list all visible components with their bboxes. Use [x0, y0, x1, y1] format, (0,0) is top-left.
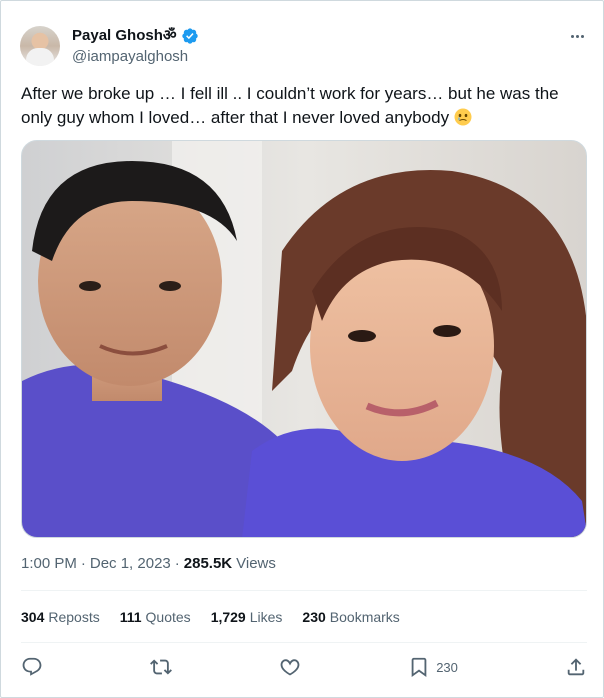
repost-icon [150, 659, 172, 675]
tweet-meta: 1:00 PM · Dec 1, 2023 · 285.5K Views [21, 554, 276, 574]
more-options-icon[interactable] [566, 26, 588, 46]
tweet-date[interactable]: Dec 1, 2023 [90, 554, 171, 574]
verified-badge-icon [181, 28, 198, 44]
likes-stat[interactable]: 1,729 Likes [211, 607, 283, 627]
bookmark-icon [411, 657, 427, 678]
quotes-label: Quotes [145, 609, 191, 625]
action-bar: 230 [21, 654, 587, 680]
bookmarks-count: 230 [302, 609, 326, 625]
reposts-label: Reposts [48, 609, 100, 625]
author-name-row: Payal Ghoshॐ [72, 26, 199, 46]
engagement-stats: 304 Reposts 111 Quotes 1,729 Likes 230 B… [21, 607, 400, 627]
reply-icon [22, 657, 42, 676]
author-display-name[interactable]: Payal Ghoshॐ [72, 26, 177, 46]
meta-separator: · [174, 555, 180, 572]
photo-illustration [22, 141, 586, 537]
bookmark-action-count: 230 [436, 659, 458, 675]
share-icon [567, 658, 585, 676]
tweet-photo[interactable] [21, 140, 587, 538]
likes-count: 1,729 [210, 609, 246, 625]
bookmark-button[interactable]: 230 [408, 656, 458, 678]
reply-button[interactable] [21, 656, 43, 678]
views-count: 285.5K [183, 555, 233, 572]
reposts-count: 304 [21, 609, 45, 625]
tweet-text-body: After we broke up … I fell ill .. I coul… [21, 84, 559, 127]
tweet-text: After we broke up … I fell ill .. I coul… [21, 82, 587, 130]
quotes-count: 111 [119, 609, 142, 625]
views-label: Views [236, 555, 276, 572]
quotes-stat[interactable]: 111 Quotes [120, 607, 191, 627]
heart-icon [280, 659, 300, 676]
tweet-time[interactable]: 1:00 PM [21, 554, 77, 574]
meta-separator: · [80, 555, 86, 572]
author-handle[interactable]: @iampayalghosh [72, 47, 188, 67]
likes-label: Likes [249, 609, 283, 625]
author-avatar[interactable] [20, 26, 60, 66]
author-name-symbol: ॐ [162, 27, 177, 44]
share-button[interactable] [565, 656, 587, 678]
face-holding-back-tears-icon [454, 108, 472, 126]
author-display-name-text: Payal Ghosh [72, 27, 163, 44]
repost-button[interactable] [150, 656, 172, 678]
like-button[interactable] [279, 656, 301, 678]
reposts-stat[interactable]: 304 Reposts [21, 607, 100, 627]
bookmarks-stat[interactable]: 230 Bookmarks [302, 607, 399, 627]
divider [21, 642, 587, 643]
divider [21, 590, 587, 591]
bookmarks-label: Bookmarks [329, 609, 400, 625]
